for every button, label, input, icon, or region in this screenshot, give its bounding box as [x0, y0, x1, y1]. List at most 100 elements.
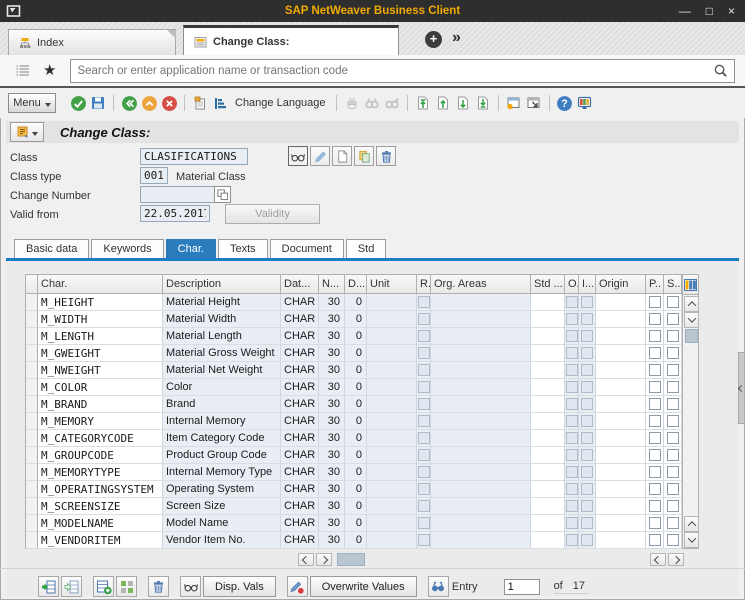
cell-char[interactable]: M_GWEIGHT — [38, 345, 163, 362]
scroll-left-button[interactable] — [650, 553, 666, 566]
checkbox[interactable] — [667, 313, 679, 325]
minimize-button[interactable]: — — [679, 1, 691, 21]
checkbox[interactable] — [649, 517, 661, 529]
row-selector[interactable] — [26, 294, 38, 311]
shortcut-icon[interactable] — [524, 93, 544, 113]
tab-document[interactable]: Document — [270, 239, 344, 258]
checkbox[interactable] — [667, 296, 679, 308]
display-values-button[interactable] — [180, 576, 201, 597]
new-tab-button[interactable]: + — [425, 31, 442, 48]
scroll-up-button[interactable] — [684, 296, 699, 312]
table-insert-button[interactable] — [38, 576, 59, 597]
cell-p-checkbox[interactable] — [646, 311, 664, 328]
cell-p-checkbox[interactable] — [646, 413, 664, 430]
table-extract-button[interactable] — [61, 576, 82, 597]
row-selector[interactable] — [26, 311, 38, 328]
cell-origin[interactable] — [596, 481, 646, 498]
cell-origin[interactable] — [596, 447, 646, 464]
scroll-left-button[interactable] — [298, 553, 314, 566]
valid-from-field[interactable] — [140, 205, 210, 222]
cell-char[interactable]: M_VENDORITEM — [38, 532, 163, 549]
cancel-icon[interactable] — [159, 93, 179, 113]
checkbox[interactable] — [649, 347, 661, 359]
cell-p-checkbox[interactable] — [646, 430, 664, 447]
find-values-button[interactable] — [428, 576, 449, 597]
row-selector[interactable] — [26, 345, 38, 362]
checkbox[interactable] — [667, 330, 679, 342]
delete-row-button[interactable] — [148, 576, 169, 597]
entry-input[interactable] — [504, 579, 540, 595]
cell-p-checkbox[interactable] — [646, 481, 664, 498]
print-icon[interactable] — [342, 93, 362, 113]
checkbox[interactable] — [667, 449, 679, 461]
overwrite-values-button[interactable]: Overwrite Values — [310, 576, 417, 597]
cell-origin[interactable] — [596, 464, 646, 481]
checkbox[interactable] — [649, 483, 661, 495]
row-selector[interactable] — [26, 498, 38, 515]
row-selector[interactable] — [26, 481, 38, 498]
row-selector[interactable] — [26, 515, 38, 532]
row-selector[interactable] — [26, 328, 38, 345]
column-header[interactable]: Dat... — [281, 275, 319, 294]
checkbox[interactable] — [667, 381, 679, 393]
cell-p-checkbox[interactable] — [646, 379, 664, 396]
scroll-down-button[interactable] — [684, 532, 699, 548]
back-icon[interactable] — [119, 93, 139, 113]
column-header[interactable]: S.. — [664, 275, 682, 294]
cell-std[interactable] — [531, 481, 565, 498]
select-all-header[interactable] — [26, 275, 38, 294]
cell-p-checkbox[interactable] — [646, 447, 664, 464]
find-icon[interactable] — [362, 93, 382, 113]
checkbox[interactable] — [649, 398, 661, 410]
first-page-icon[interactable] — [413, 93, 433, 113]
checkbox[interactable] — [667, 347, 679, 359]
previous-page-icon[interactable] — [433, 93, 453, 113]
cell-s-checkbox[interactable] — [664, 430, 682, 447]
checkbox[interactable] — [649, 296, 661, 308]
cell-s-checkbox[interactable] — [664, 532, 682, 549]
validity-button[interactable]: Validity — [225, 204, 320, 224]
cell-p-checkbox[interactable] — [646, 345, 664, 362]
column-header[interactable]: O. — [565, 275, 579, 294]
cell-p-checkbox[interactable] — [646, 396, 664, 413]
row-selector[interactable] — [26, 532, 38, 549]
cell-char[interactable]: M_MODELNAME — [38, 515, 163, 532]
cell-char[interactable]: M_CATEGORYCODE — [38, 430, 163, 447]
table-config-button[interactable] — [683, 275, 698, 295]
cell-char[interactable]: M_HEIGHT — [38, 294, 163, 311]
cell-s-checkbox[interactable] — [664, 362, 682, 379]
cell-s-checkbox[interactable] — [664, 396, 682, 413]
scroll-right-button[interactable] — [316, 553, 332, 566]
class-field[interactable] — [140, 148, 248, 165]
row-selector[interactable] — [26, 464, 38, 481]
cell-p-checkbox[interactable] — [646, 464, 664, 481]
column-header[interactable]: Unit — [367, 275, 417, 294]
row-selector[interactable] — [26, 413, 38, 430]
column-header[interactable]: P.. — [646, 275, 664, 294]
cell-origin[interactable] — [596, 311, 646, 328]
checkbox[interactable] — [667, 534, 679, 546]
cell-std[interactable] — [531, 532, 565, 549]
sort-icon[interactable] — [210, 93, 230, 113]
scroll-down-button[interactable] — [684, 312, 699, 328]
scroll-up-button[interactable] — [684, 516, 699, 532]
cell-s-checkbox[interactable] — [664, 311, 682, 328]
app-list-icon[interactable] — [14, 63, 31, 78]
tab-char[interactable]: Char. — [166, 239, 216, 258]
row-selector[interactable] — [26, 447, 38, 464]
cell-std[interactable] — [531, 362, 565, 379]
cell-std[interactable] — [531, 515, 565, 532]
checkbox[interactable] — [667, 432, 679, 444]
delete-button[interactable] — [376, 146, 396, 166]
save-icon[interactable] — [88, 93, 108, 113]
cell-origin[interactable] — [596, 294, 646, 311]
checkbox[interactable] — [649, 449, 661, 461]
column-header[interactable]: R.. — [417, 275, 431, 294]
scroll-thumb[interactable] — [685, 329, 698, 343]
favorites-star-icon[interactable]: ★ — [43, 62, 56, 80]
column-header[interactable]: Origin — [596, 275, 646, 294]
checkbox[interactable] — [667, 398, 679, 410]
column-header[interactable]: Description — [163, 275, 281, 294]
close-button[interactable]: × — [728, 1, 735, 21]
column-header[interactable]: N... — [319, 275, 345, 294]
